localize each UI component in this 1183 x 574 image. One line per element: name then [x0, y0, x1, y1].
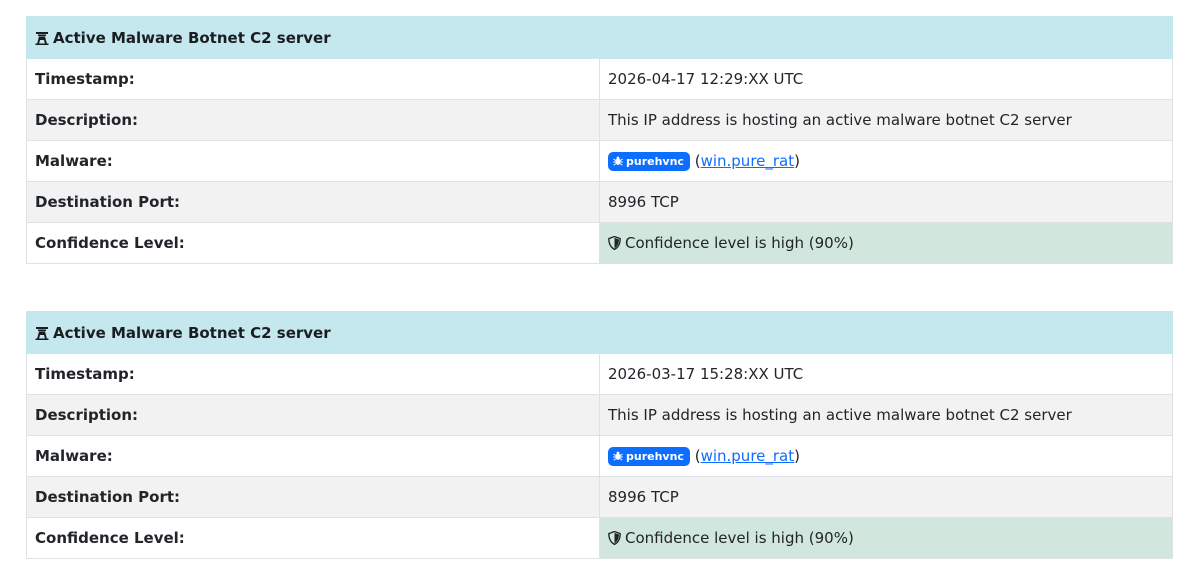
c2-entry-card: Active Malware Botnet C2 server Timestam… [26, 16, 1173, 264]
description-value: This IP address is hosting an active mal… [599, 394, 1173, 436]
card-header: Active Malware Botnet C2 server [26, 16, 1173, 59]
confidence-row: Confidence Level: Confidence level is hi… [26, 517, 1173, 559]
shield-icon [608, 236, 621, 250]
port-row: Destination Port: 8996 TCP [26, 181, 1173, 223]
malware-badge-label: purehvnc [626, 154, 684, 168]
malware-value: purehvnc (win.pure_rat) [599, 140, 1173, 182]
malware-row: Malware: purehvnc (win.pure_rat) [26, 140, 1173, 182]
shield-icon [608, 531, 621, 545]
confidence-label: Confidence Level: [26, 517, 600, 559]
bug-icon [613, 156, 623, 166]
timestamp-value: 2026-03-17 15:28:XX UTC [599, 353, 1173, 395]
c2-entry-card: Active Malware Botnet C2 server Timestam… [26, 311, 1173, 559]
confidence-text: Confidence level is high (90%) [625, 529, 854, 547]
malware-label: Malware: [26, 435, 600, 477]
malware-row: Malware: purehvnc (win.pure_rat) [26, 435, 1173, 477]
port-value: 8996 TCP [599, 181, 1173, 223]
port-row: Destination Port: 8996 TCP [26, 476, 1173, 518]
malware-badge[interactable]: purehvnc [608, 151, 690, 171]
port-label: Destination Port: [26, 181, 600, 223]
timestamp-row: Timestamp: 2026-04-17 12:29:XX UTC [26, 58, 1173, 100]
description-value: This IP address is hosting an active mal… [599, 99, 1173, 141]
port-label: Destination Port: [26, 476, 600, 518]
description-row: Description: This IP address is hosting … [26, 99, 1173, 141]
confidence-text: Confidence level is high (90%) [625, 234, 854, 252]
malware-badge-label: purehvnc [626, 449, 684, 463]
malware-value: purehvnc (win.pure_rat) [599, 435, 1173, 477]
malware-label: Malware: [26, 140, 600, 182]
bug-icon [613, 451, 623, 461]
timestamp-label: Timestamp: [26, 58, 600, 100]
timestamp-row: Timestamp: 2026-03-17 15:28:XX UTC [26, 353, 1173, 395]
broadcast-tower-icon [35, 31, 49, 45]
confidence-value: Confidence level is high (90%) [599, 517, 1173, 559]
description-label: Description: [26, 99, 600, 141]
confidence-row: Confidence Level: Confidence level is hi… [26, 222, 1173, 264]
timestamp-label: Timestamp: [26, 353, 600, 395]
malware-badge[interactable]: purehvnc [608, 446, 690, 466]
description-label: Description: [26, 394, 600, 436]
malware-family-link[interactable]: win.pure_rat [701, 447, 795, 465]
card-title: Active Malware Botnet C2 server [53, 323, 331, 342]
broadcast-tower-icon [35, 326, 49, 340]
port-value: 8996 TCP [599, 476, 1173, 518]
card-title: Active Malware Botnet C2 server [53, 28, 331, 47]
timestamp-value: 2026-04-17 12:29:XX UTC [599, 58, 1173, 100]
confidence-value: Confidence level is high (90%) [599, 222, 1173, 264]
description-row: Description: This IP address is hosting … [26, 394, 1173, 436]
card-header: Active Malware Botnet C2 server [26, 311, 1173, 354]
confidence-label: Confidence Level: [26, 222, 600, 264]
malware-family-link[interactable]: win.pure_rat [701, 152, 795, 170]
